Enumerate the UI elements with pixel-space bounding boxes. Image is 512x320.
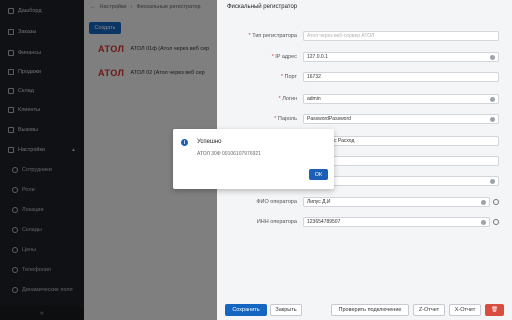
success-dialog: i Успешно АТОЛ 30Ф 00106107976921 ОК — [173, 129, 334, 189]
register-type-select[interactable]: Атол через веб-сервер АТОЛ — [303, 31, 499, 41]
clear-icon[interactable] — [490, 55, 495, 60]
field-label: * Логин — [278, 96, 297, 102]
ip-address-input[interactable]: 127.0.0.1 — [303, 52, 499, 62]
field-login: * Логин admin — [229, 93, 499, 105]
clear-icon[interactable] — [490, 97, 495, 102]
operator-inn-input[interactable]: 123654789507 — [303, 217, 490, 227]
trash-icon: 🗑 — [491, 307, 498, 313]
field-port: * Порт 16732 — [229, 71, 499, 83]
field-label: * Пароль — [274, 116, 297, 122]
ok-button[interactable]: ОК — [309, 169, 328, 180]
password-input[interactable]: PasswordPassword — [303, 114, 499, 124]
info-icon[interactable] — [493, 219, 499, 225]
field-operator-inn: ИНН оператора 123654789507 — [229, 216, 499, 228]
dialog-title: Успешно — [197, 139, 222, 145]
field-register-type: * Тип регистратора Атол через веб-сервер… — [229, 30, 499, 42]
save-button[interactable]: Сохранить — [225, 304, 267, 316]
field-ip-address: * IP адрес 127.0.0.1 — [229, 51, 499, 63]
x-report-button[interactable]: X-Отчет — [449, 304, 481, 316]
clear-icon[interactable] — [481, 200, 486, 205]
field-password: * Пароль PasswordPassword — [229, 113, 499, 125]
field-label: * Порт — [280, 74, 297, 80]
clear-icon[interactable] — [490, 179, 495, 184]
operator-name-input[interactable]: Липус Д.И — [303, 197, 490, 207]
clear-icon[interactable] — [490, 117, 495, 122]
close-button[interactable]: Закрыть — [270, 304, 302, 316]
z-report-button[interactable]: Z-Отчет — [413, 304, 445, 316]
drawer-footer: Сохранить Закрыть Проверить подключение … — [217, 300, 512, 320]
field-label: ФИО оператора — [256, 199, 297, 205]
clear-icon[interactable] — [481, 220, 486, 225]
info-icon[interactable] — [493, 199, 499, 205]
field-operator-name: ФИО оператора Липус Д.И — [229, 196, 499, 208]
dialog-message: АТОЛ 30Ф 00106107976921 — [197, 151, 261, 157]
delete-button[interactable]: 🗑 — [485, 304, 504, 316]
field-label: ИНН оператора — [256, 219, 297, 225]
drawer-title: Фискальный регистратор — [227, 4, 298, 10]
login-input[interactable]: admin — [303, 94, 499, 104]
field-label: * IP адрес — [271, 54, 297, 60]
field-label: * Тип регистратора — [248, 33, 297, 39]
info-icon: i — [181, 139, 188, 146]
port-input[interactable]: 16732 — [303, 72, 499, 82]
check-connection-button[interactable]: Проверить подключение — [331, 304, 409, 316]
